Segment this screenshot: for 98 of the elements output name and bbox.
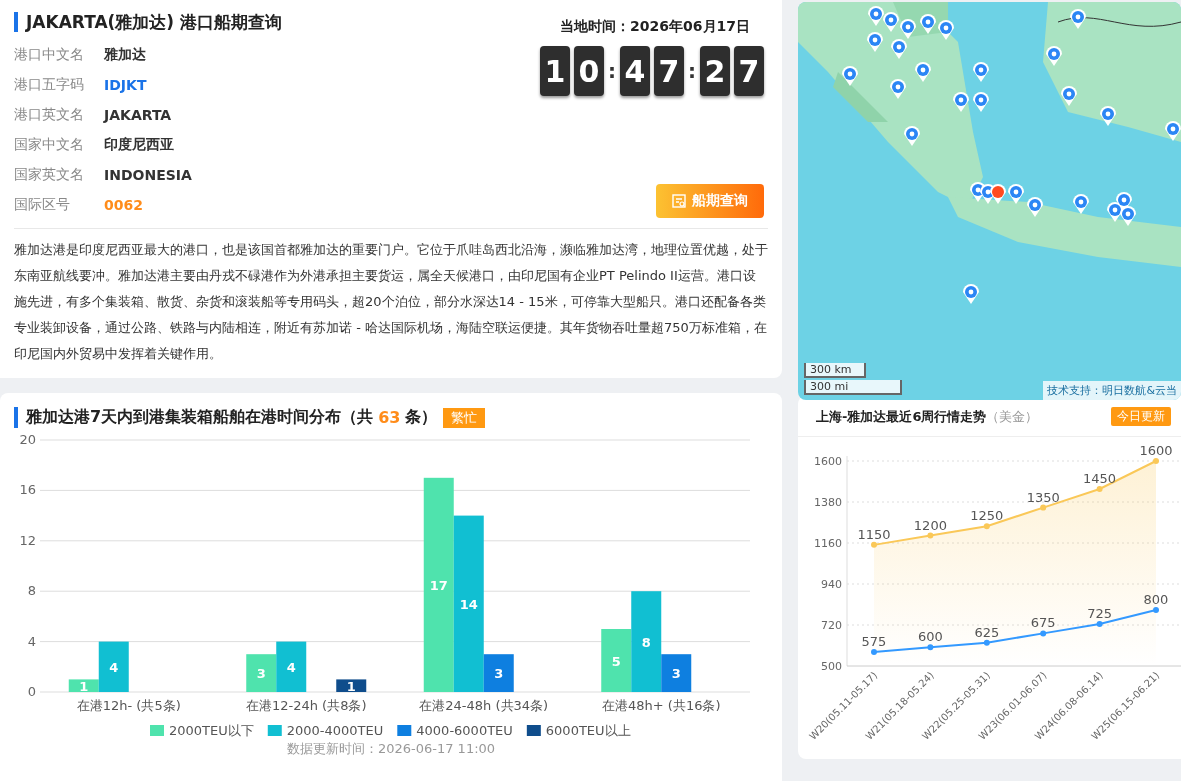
- legend-swatch: [397, 725, 412, 736]
- scale-bar: 300 mi: [804, 380, 902, 395]
- schedule-button[interactable]: 船期查询: [656, 184, 764, 218]
- field-label: 港口中文名: [14, 46, 85, 64]
- axis-tick-label: 500: [821, 660, 842, 673]
- bar-value-label: 8: [641, 634, 651, 650]
- field-value: 雅加达: [104, 46, 146, 64]
- category-label: 在港12-24h (共8条): [245, 698, 367, 713]
- data-label: 1150: [857, 526, 891, 542]
- legend-label: 4000-6000TEU: [416, 723, 513, 738]
- axis-tick-label: 1600: [814, 455, 842, 468]
- field-value: 印度尼西亚: [104, 136, 174, 154]
- field-label: 港口英文名: [14, 106, 85, 124]
- data-point: [927, 644, 934, 651]
- data-label: 725: [1087, 606, 1112, 622]
- data-label: 800: [1143, 592, 1169, 608]
- clock-separator: :: [688, 59, 696, 83]
- chart-title: 上海-雅加达最近6周行情走势: [816, 409, 987, 424]
- legend-label: 2000-4000TEU: [286, 723, 384, 738]
- calendar-icon: [672, 194, 686, 208]
- axis-tick-label: 1380: [814, 496, 842, 509]
- clock-digit: 7: [654, 46, 684, 96]
- data-label: 1450: [1083, 470, 1117, 486]
- data-label: 1200: [913, 517, 947, 533]
- bar-value-label: 5: [611, 653, 621, 669]
- update-tag: 今日更新: [1111, 406, 1171, 426]
- bar: [246, 654, 277, 692]
- data-point: [1153, 607, 1159, 614]
- data-label: 600: [918, 629, 943, 645]
- bar-value-label: 4: [109, 659, 119, 675]
- legend-label: 6000TEU以上: [545, 723, 631, 738]
- update-time: 数据更新时间：2026-06-17 11:00: [285, 740, 497, 758]
- data-label: 625: [974, 624, 1000, 640]
- axis-tick-label: 720: [821, 619, 842, 632]
- data-label: 675: [1030, 615, 1056, 631]
- data-point: [927, 532, 934, 539]
- data-point: [1096, 621, 1103, 628]
- legend-swatch: [267, 725, 282, 736]
- field-label: 国家中文名: [14, 136, 85, 154]
- field-value: IDJKT: [104, 77, 147, 93]
- category-label: 在港24-48h (共34条): [419, 698, 549, 713]
- legend-label: 2000TEU以下: [169, 723, 254, 738]
- bar: [336, 679, 367, 692]
- bar-value-label: 14: [459, 596, 478, 612]
- data-label: 1350: [1026, 489, 1060, 505]
- bar-value-label: 3: [671, 666, 681, 682]
- data-point: [1153, 458, 1159, 464]
- clock-digit: 4: [620, 46, 650, 96]
- axis-tick-label: 16: [19, 482, 36, 498]
- data-point: [871, 649, 877, 655]
- category-label: 在港12h- (共5条): [76, 698, 181, 713]
- field-value: 0062: [104, 197, 143, 213]
- field-label: 国家英文名: [14, 166, 85, 184]
- axis-tick-label: 8: [27, 583, 36, 599]
- chart-title: 雅加达港7天内到港集装箱船舶在港时间分布（共: [26, 407, 374, 428]
- field-value: JAKARTA: [104, 107, 172, 123]
- data-point: [1040, 504, 1047, 511]
- clock-digit: 0: [574, 46, 604, 96]
- data-point: [1040, 630, 1047, 637]
- axis-tick-label: 12: [19, 532, 36, 548]
- bar-value-label: 17: [429, 577, 448, 593]
- page-title: JAKARTA(雅加达) 港口船期查询: [14, 12, 283, 32]
- field-label: 港口五字码: [14, 76, 85, 94]
- clock-digit: 7: [734, 46, 764, 96]
- bar-value-label: 1: [79, 678, 89, 694]
- axis-tick-label: 4: [27, 633, 36, 649]
- data-label: 575: [861, 634, 887, 649]
- bar-value-label: 4: [286, 659, 296, 675]
- data-point: [983, 639, 990, 646]
- map-attribution: 技术支持：明日数航&云当: [1043, 381, 1181, 400]
- data-point: [1096, 485, 1103, 492]
- clock-digit: 2: [700, 46, 730, 96]
- data-point: [983, 523, 990, 530]
- chart-title: 条）: [405, 407, 438, 428]
- category-label: 在港48h+ (共16条): [602, 698, 721, 713]
- data-label: 1600: [1139, 443, 1173, 458]
- bar-value-label: 1: [346, 678, 356, 694]
- axis-tick-label: 0: [27, 684, 36, 699]
- local-time: 当地时间：2026年06月17日: [560, 18, 750, 36]
- bar-value-label: 3: [256, 666, 266, 682]
- port-description: 雅加达港是印度尼西亚最大的港口，也是该国首都雅加达的重要门户。它位于爪哇岛西北沿海，濒临雅加达湾，地理位置优越，处于东南亚航线要冲。雅加达港主要由丹戎不碌港作为外港承担主要货运，属全天候港口，由印尼国有企业PT Pelindo II运营。港口设施先进，有多个集装箱、散货、杂货和滚装船等专用码头，超20个泊位，部分水深达14 - 15米，可停靠大型船只。港口还配备各类专业装卸设备，通过公路、铁路与内陆相连，附近有苏加诺 - 哈达国际机场，海陆空联运便捷。其年货物吞吐量超750万标准箱，在印尼国内外贸易中发挥着关键作用。: [14, 228, 768, 367]
- axis-tick-label: 940: [821, 578, 842, 591]
- clock-digit: 1: [540, 46, 570, 96]
- bar: [276, 641, 307, 692]
- data-label: 1250: [970, 508, 1004, 524]
- field-label: 国际区号: [14, 196, 71, 214]
- axis-tick-label: 20: [19, 432, 36, 447]
- data-point: [871, 541, 877, 548]
- status-tag: 繁忙: [443, 407, 486, 428]
- bar-value-label: 3: [494, 666, 504, 682]
- unit-label: （美金）: [986, 409, 1039, 424]
- axis-tick-label: 1160: [814, 537, 842, 550]
- legend-swatch: [526, 725, 541, 736]
- ship-count: 63: [378, 408, 401, 427]
- clock-separator: :: [608, 59, 616, 83]
- legend-swatch: [150, 725, 164, 736]
- scale-bar: 300 km: [804, 363, 866, 378]
- field-value: INDONESIA: [104, 167, 192, 183]
